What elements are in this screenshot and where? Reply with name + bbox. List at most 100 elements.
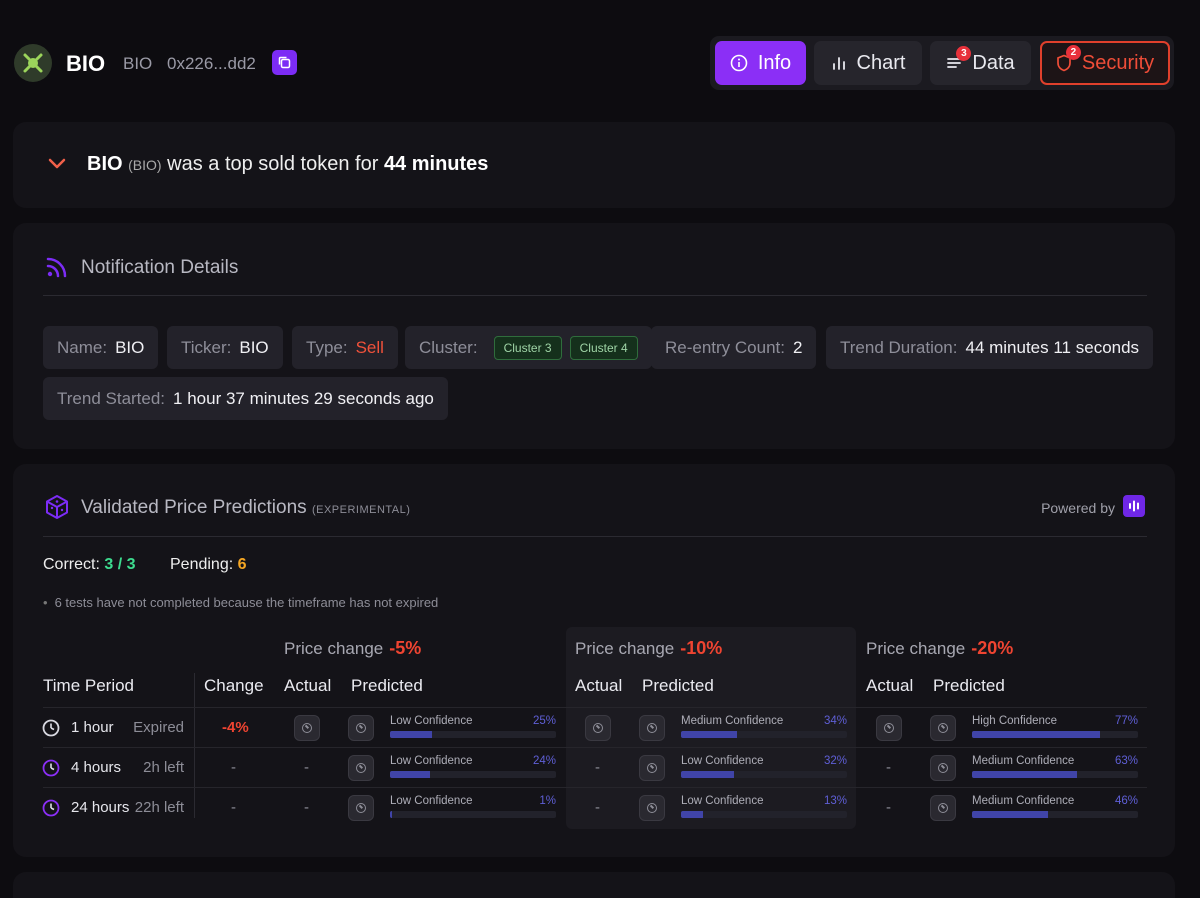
prediction-status-icon[interactable]: [930, 755, 956, 781]
chevron-down-icon[interactable]: [47, 156, 67, 172]
header-predicted: Predicted: [642, 676, 714, 695]
timer-icon: [42, 759, 60, 777]
confidence-percent: 46%: [1114, 795, 1138, 807]
prediction-status-icon[interactable]: [348, 715, 374, 741]
info-icon: [730, 54, 748, 72]
rss-icon: [46, 257, 67, 278]
price-change-value: -10%: [680, 638, 723, 658]
bio-logo-icon: [23, 53, 43, 73]
prediction-status-icon[interactable]: [348, 795, 374, 821]
confidence-bar: [390, 731, 556, 738]
price-change-group-20: Price change -20%: [866, 638, 1013, 659]
view-tabs: Info Chart 3 Data 2 Security: [710, 36, 1174, 90]
confidence-bar: [972, 811, 1138, 818]
price-change-label: Price change: [284, 639, 384, 658]
copy-address-button[interactable]: [272, 50, 297, 75]
confidence-percent: 24%: [532, 755, 556, 767]
confidence-percent: 25%: [532, 715, 556, 727]
confidence-percent: 13%: [823, 795, 847, 807]
row-divider: [43, 747, 1147, 748]
banner-text: BIO (BIO) was a top sold token for 44 mi…: [87, 153, 488, 176]
prediction-status-icon[interactable]: [930, 715, 956, 741]
correct-value: 3 / 3: [104, 556, 136, 573]
divider: [43, 295, 1147, 296]
header-actual: Actual: [575, 676, 623, 695]
prediction-status-icon[interactable]: [639, 795, 665, 821]
confidence-label: Low Confidence: [390, 795, 473, 807]
header-change: Change: [204, 676, 264, 695]
actual-status-icon[interactable]: [585, 715, 611, 741]
row-change: -4%: [222, 719, 249, 736]
predictions-title-text: Validated Price Predictions: [81, 497, 307, 518]
confidence-percent: 34%: [823, 715, 847, 727]
confidence-label: Medium Confidence: [972, 755, 1075, 767]
confidence-bar: [390, 811, 556, 818]
confidence-bar: [972, 771, 1138, 778]
banner-ticker: (BIO): [128, 157, 162, 173]
actual-value: -: [595, 759, 600, 776]
banner-message: was a top sold token for: [167, 153, 379, 175]
tab-info[interactable]: Info: [715, 41, 806, 85]
chip-reentry-key: Re-entry Count:: [665, 337, 785, 357]
confidence-bar-fill: [972, 771, 1077, 778]
cluster-tag[interactable]: Cluster 4: [569, 335, 638, 360]
token-address: 0x226...dd2: [167, 54, 256, 73]
tab-security-label: Security: [1081, 51, 1155, 74]
chip-trend-started-value: 1 hour 37 minutes 29 seconds ago: [173, 388, 434, 408]
tab-info-label: Info: [757, 51, 792, 74]
confidence-meter: Medium Confidence 46%: [972, 795, 1138, 818]
prediction-status-icon[interactable]: [639, 755, 665, 781]
notification-details-title: Notification Details: [81, 257, 239, 278]
prediction-status-icon[interactable]: [930, 795, 956, 821]
tab-chart[interactable]: Chart: [814, 41, 922, 85]
chip-type-value: Sell: [355, 337, 384, 357]
chip-cluster: Cluster: Cluster 3 Cluster 4: [405, 326, 652, 369]
confidence-bar-fill: [390, 811, 392, 818]
next-card: [13, 872, 1175, 898]
price-change-group-10: Price change -10%: [575, 638, 722, 659]
actual-status-icon[interactable]: [876, 715, 902, 741]
row-divider: [43, 707, 1147, 708]
prediction-status-icon[interactable]: [348, 755, 374, 781]
chip-trend-duration-key: Trend Duration:: [840, 337, 958, 357]
confidence-bar-fill: [390, 771, 430, 778]
confidence-percent: 1%: [539, 795, 556, 807]
row-period: 4 hours: [71, 759, 122, 776]
tab-data[interactable]: 3 Data: [930, 41, 1031, 85]
banner-duration: 44 minutes: [383, 153, 489, 175]
price-change-value: -20%: [971, 638, 1014, 658]
chip-trend-started: Trend Started: 1 hour 37 minutes 29 seco…: [43, 377, 448, 420]
confidence-percent: 32%: [823, 755, 847, 767]
chip-ticker-key: Ticker:: [181, 337, 232, 357]
summary-banner[interactable]: BIO (BIO) was a top sold token for 44 mi…: [13, 122, 1175, 208]
security-count-badge: 2: [1065, 45, 1081, 60]
header-actual: Actual: [284, 676, 332, 695]
actual-value: -: [304, 759, 309, 776]
actual-status-icon[interactable]: [294, 715, 320, 741]
timer-icon: [42, 719, 60, 737]
chip-name: Name: BIO: [43, 326, 159, 369]
pending-stat: Pending: 6: [170, 556, 247, 574]
cluster-tag[interactable]: Cluster 3: [493, 335, 562, 360]
chip-ticker: Ticker: BIO: [167, 326, 283, 369]
tab-security[interactable]: 2 Security: [1040, 41, 1170, 85]
chip-name-value: BIO: [115, 337, 145, 357]
predictions-title: Validated Price Predictions (EXPERIMENTA…: [81, 497, 410, 519]
row-change: -: [231, 799, 236, 816]
confidence-percent: 63%: [1114, 755, 1138, 767]
chip-trend-duration-value: 44 minutes 11 seconds: [965, 337, 1140, 357]
confidence-bar-fill: [972, 811, 1049, 818]
correct-label: Correct:: [43, 556, 100, 573]
confidence-label: High Confidence: [972, 715, 1058, 727]
copy-icon: [278, 56, 291, 69]
confidence-meter: Low Confidence 1%: [390, 795, 556, 818]
header-actual: Actual: [866, 676, 914, 695]
tab-chart-label: Chart: [856, 51, 906, 74]
confidence-bar-fill: [681, 771, 735, 778]
provider-logo-icon[interactable]: [1123, 495, 1145, 517]
list-icon: 3: [946, 46, 972, 71]
confidence-label: Low Confidence: [390, 715, 473, 727]
price-change-label: Price change: [866, 639, 966, 658]
header-predicted: Predicted: [351, 676, 423, 695]
prediction-status-icon[interactable]: [639, 715, 665, 741]
